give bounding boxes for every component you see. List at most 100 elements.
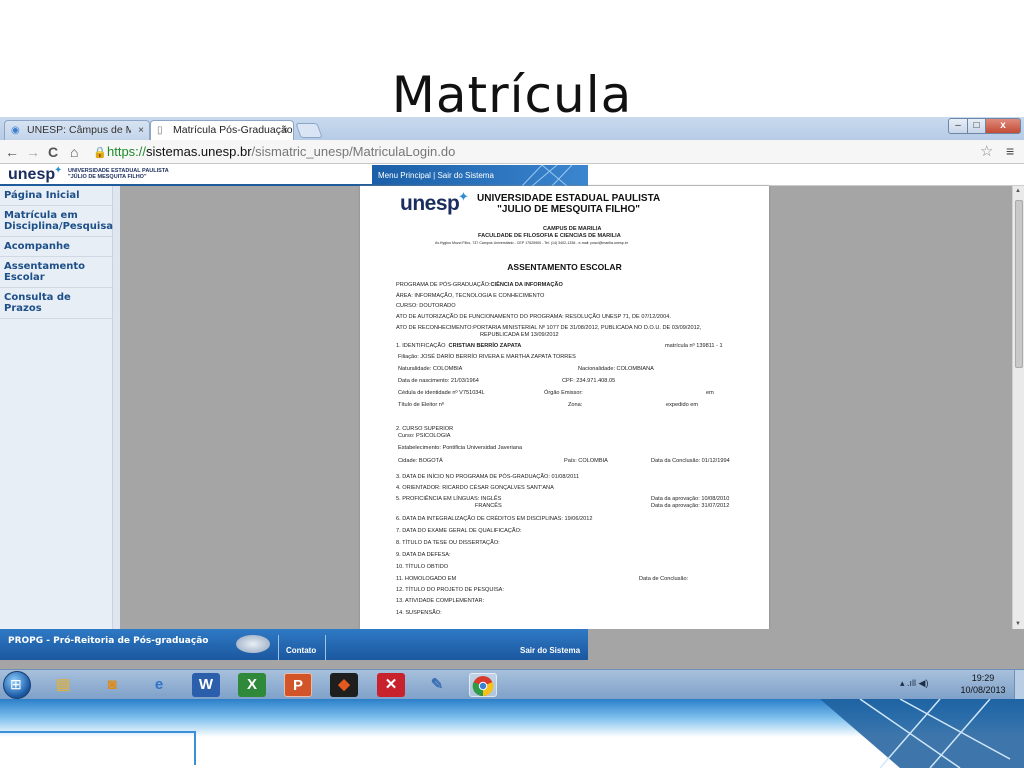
header-nav: Menu Principal | Sair do Sistema <box>372 165 588 186</box>
doc-item12: 12. TÍTULO DO PROJETO DE PESQUISA: <box>396 587 504 593</box>
url-scheme: https:// <box>107 144 147 159</box>
ie-icon[interactable]: e <box>145 673 173 697</box>
explorer-icon[interactable]: ▤ <box>49 673 77 697</box>
forward-arrow-icon[interactable]: → <box>26 143 40 161</box>
start-orb[interactable]: ⊞ <box>3 671 31 699</box>
tab-matricula[interactable]: ▯ Matrícula Pós-Graduação × <box>150 120 294 140</box>
url-path: /sismatric_unesp/MatriculaLogin.do <box>251 144 456 159</box>
star-icon[interactable]: ☆ <box>980 142 993 160</box>
browser-window: ◉ UNESP: Câmpus de Marília × ▯ Matrícula… <box>0 117 1024 669</box>
close-icon[interactable]: × <box>138 121 144 140</box>
unesp-mark-icon: ✦ <box>54 165 63 176</box>
sidebar-item-pagina-inicial[interactable]: Página Inicial <box>0 186 113 206</box>
doc-item5b: FRANCÊS <box>475 503 502 509</box>
excel-icon[interactable]: X <box>238 673 266 697</box>
doc-curso-superior-nome: Curso: PSICOLOGIA <box>398 433 451 439</box>
system-tray-icons[interactable]: ▴ .ıll ◀) <box>900 678 928 689</box>
tab-label: UNESP: Câmpus de Marília <box>27 124 131 136</box>
site-footer: PROPG - Pró-Reitoria de Pós-graduação Co… <box>0 629 588 660</box>
footer-spacer <box>588 629 1024 660</box>
home-icon[interactable]: ⌂ <box>70 143 78 161</box>
doc-item3: 3. DATA DE INÍCIO NO PROGRAMA DE PÓS-GRA… <box>396 474 580 480</box>
sidebar-item-acompanhe[interactable]: Acompanhe <box>0 237 113 257</box>
sidebar-item-matricula[interactable]: Matrícula em Disciplina/Pesquisa <box>0 206 113 237</box>
doc-conclusao: Data da Conclusão: 01/12/1994 <box>651 458 730 464</box>
reload-icon[interactable]: C <box>48 143 58 161</box>
header-spacer <box>588 165 1024 186</box>
doc-item5: 5. PROFICIÊNCIA EM LÍNGUAS: INGLÊS <box>396 496 502 502</box>
outlook-icon[interactable]: ◙ <box>98 673 126 697</box>
doc-matricula: matrícula nº 139811 - 1 <box>665 343 723 349</box>
unesp-logo: unesp <box>8 166 56 183</box>
site-logo[interactable]: unesp ✦ UNIVERSIDADE ESTADUAL PAULISTA "… <box>0 165 372 186</box>
doc-university-line1: UNIVERSIDADE ESTADUAL PAULISTA <box>477 193 661 204</box>
doc-identificacao-label: 1. IDENTIFICAÇÃO <box>396 343 446 349</box>
slide-decoration <box>0 699 1024 768</box>
acrobat-icon[interactable]: ◆ <box>330 673 358 697</box>
new-tab-button[interactable] <box>295 123 323 138</box>
tab-label: Matrícula Pós-Graduação <box>173 124 293 136</box>
header-swoosh-graphic <box>522 165 573 186</box>
doc-faculty: FACULDADE DE FILOSOFIA E CIENCIAS DE MAR… <box>478 233 621 239</box>
doc-curso-superior: 2. CURSO SUPERIOR <box>396 426 454 432</box>
footer-globe-icon <box>236 635 270 653</box>
doc-nacionalidade: Nacionalidade: COLOMBIANA <box>578 366 654 372</box>
menu-icon[interactable]: ≡ <box>1006 143 1014 159</box>
globe-icon: ◉ <box>11 125 20 136</box>
maximize-button[interactable]: □ <box>967 118 986 134</box>
header-nav-links[interactable]: Menu Principal | Sair do Sistema <box>378 171 494 180</box>
logo-sub-line2: "JÚLIO DE MESQUITA FILHO" <box>68 174 147 180</box>
doc-programa-label: PROGRAMA DE PÓS-GRADUAÇÃO: <box>396 282 491 288</box>
show-desktop-button[interactable] <box>1014 670 1024 700</box>
scroll-thumb[interactable] <box>1015 200 1023 368</box>
powerpoint-icon[interactable]: P <box>284 673 312 697</box>
clock-time: 19:29 <box>971 673 995 683</box>
taskbar-clock[interactable]: 19:29 10/08/2013 <box>955 672 1011 696</box>
doc-item14: 14. SUSPENSÃO: <box>396 610 442 616</box>
doc-orgao: Órgão Emissor: <box>544 390 583 396</box>
logo-subtitle: UNIVERSIDADE ESTADUAL PAULISTA "JÚLIO DE… <box>68 168 169 180</box>
doc-cidade: Cidade: BOGOTÁ <box>398 458 443 464</box>
doc-ato-autorizacao: ATO DE AUTORIZAÇÃO DE FUNCIONAMENTO DO P… <box>396 314 671 320</box>
doc-estabelecimento: Estabelecimento: Pontificia Universidad … <box>398 445 523 451</box>
doc-item6: 6. DATA DA INTEGRALIZAÇÃO DE CRÉDITOS EM… <box>396 516 593 522</box>
close-icon[interactable]: × <box>282 121 288 140</box>
chrome-icon[interactable] <box>469 673 497 697</box>
scroll-down-icon[interactable]: ▼ <box>1015 621 1021 627</box>
doc-titulo-eleitor: Título de Eleitor nº <box>398 402 444 408</box>
footer-sair-link[interactable]: Sair do Sistema <box>520 646 580 655</box>
word-icon[interactable]: W <box>192 673 220 697</box>
doc-university-line2: "JULIO DE MESQUITA FILHO" <box>497 204 640 215</box>
minimize-button[interactable]: – <box>948 118 968 134</box>
scroll-up-icon[interactable]: ▲ <box>1015 188 1021 194</box>
doc-aprov2: Data da aprovação: 31/07/2012 <box>651 503 730 509</box>
sidebar-item-prazos[interactable]: Consulta de Prazos <box>0 288 113 319</box>
back-arrow-icon[interactable]: ← <box>5 143 19 161</box>
sidebar-item-assentamento[interactable]: Assentamento Escolar <box>0 257 113 288</box>
doc-cpf: CPF: 234.971.408.05 <box>562 378 616 384</box>
doc-curso: CURSO: DOUTORADO <box>396 303 456 309</box>
site-header: unesp ✦ UNIVERSIDADE ESTADUAL PAULISTA "… <box>0 165 1024 186</box>
slide-title: Matrícula <box>391 66 633 124</box>
clock-date: 10/08/2013 <box>960 685 1006 695</box>
doc-pais: País: COLOMBIA <box>564 458 608 464</box>
close-window-button[interactable]: x <box>985 118 1021 134</box>
slide: Matrícula ◉ UNESP: Câmpus de Marília × ▯… <box>0 0 1024 768</box>
doc-programa-value: CIÊNCIA DA INFORMAÇÃO <box>490 282 563 288</box>
doc-programa: PROGRAMA DE PÓS-GRADUAÇÃO:CIÊNCIA DA INF… <box>396 282 563 289</box>
footer-contato-link[interactable]: Contato <box>286 646 316 655</box>
doc-item8: 8. TÍTULO DA TESE OU DISSERTAÇÃO: <box>396 540 500 546</box>
lock-icon: 🔒 <box>93 147 107 159</box>
pdf-icon[interactable]: ✕ <box>377 673 405 697</box>
page-scrollbar[interactable]: ▲ ▼ <box>1012 186 1024 629</box>
url-input[interactable]: 🔒https://sistemas.unesp.br/sismatric_une… <box>93 142 1003 161</box>
footer-divider <box>325 635 326 660</box>
doc-ato-republicada: REPUBLICADA EM 13/09/2012 <box>480 332 559 338</box>
tab-unesp-campus[interactable]: ◉ UNESP: Câmpus de Marília × <box>4 120 150 140</box>
doc-area: ÁREA: INFORMAÇÃO, TECNOLOGIA E CONHECIME… <box>396 293 545 299</box>
paint-icon[interactable]: ✎ <box>423 673 451 697</box>
doc-item10: 10. TÍTULO OBTIDO <box>396 564 449 570</box>
sidebar-edge <box>113 186 120 629</box>
doc-nascimento: Data de nascimento: 21/03/1964 <box>398 378 479 384</box>
footer-title: PROPG - Pró-Reitoria de Pós-graduação <box>8 636 209 646</box>
